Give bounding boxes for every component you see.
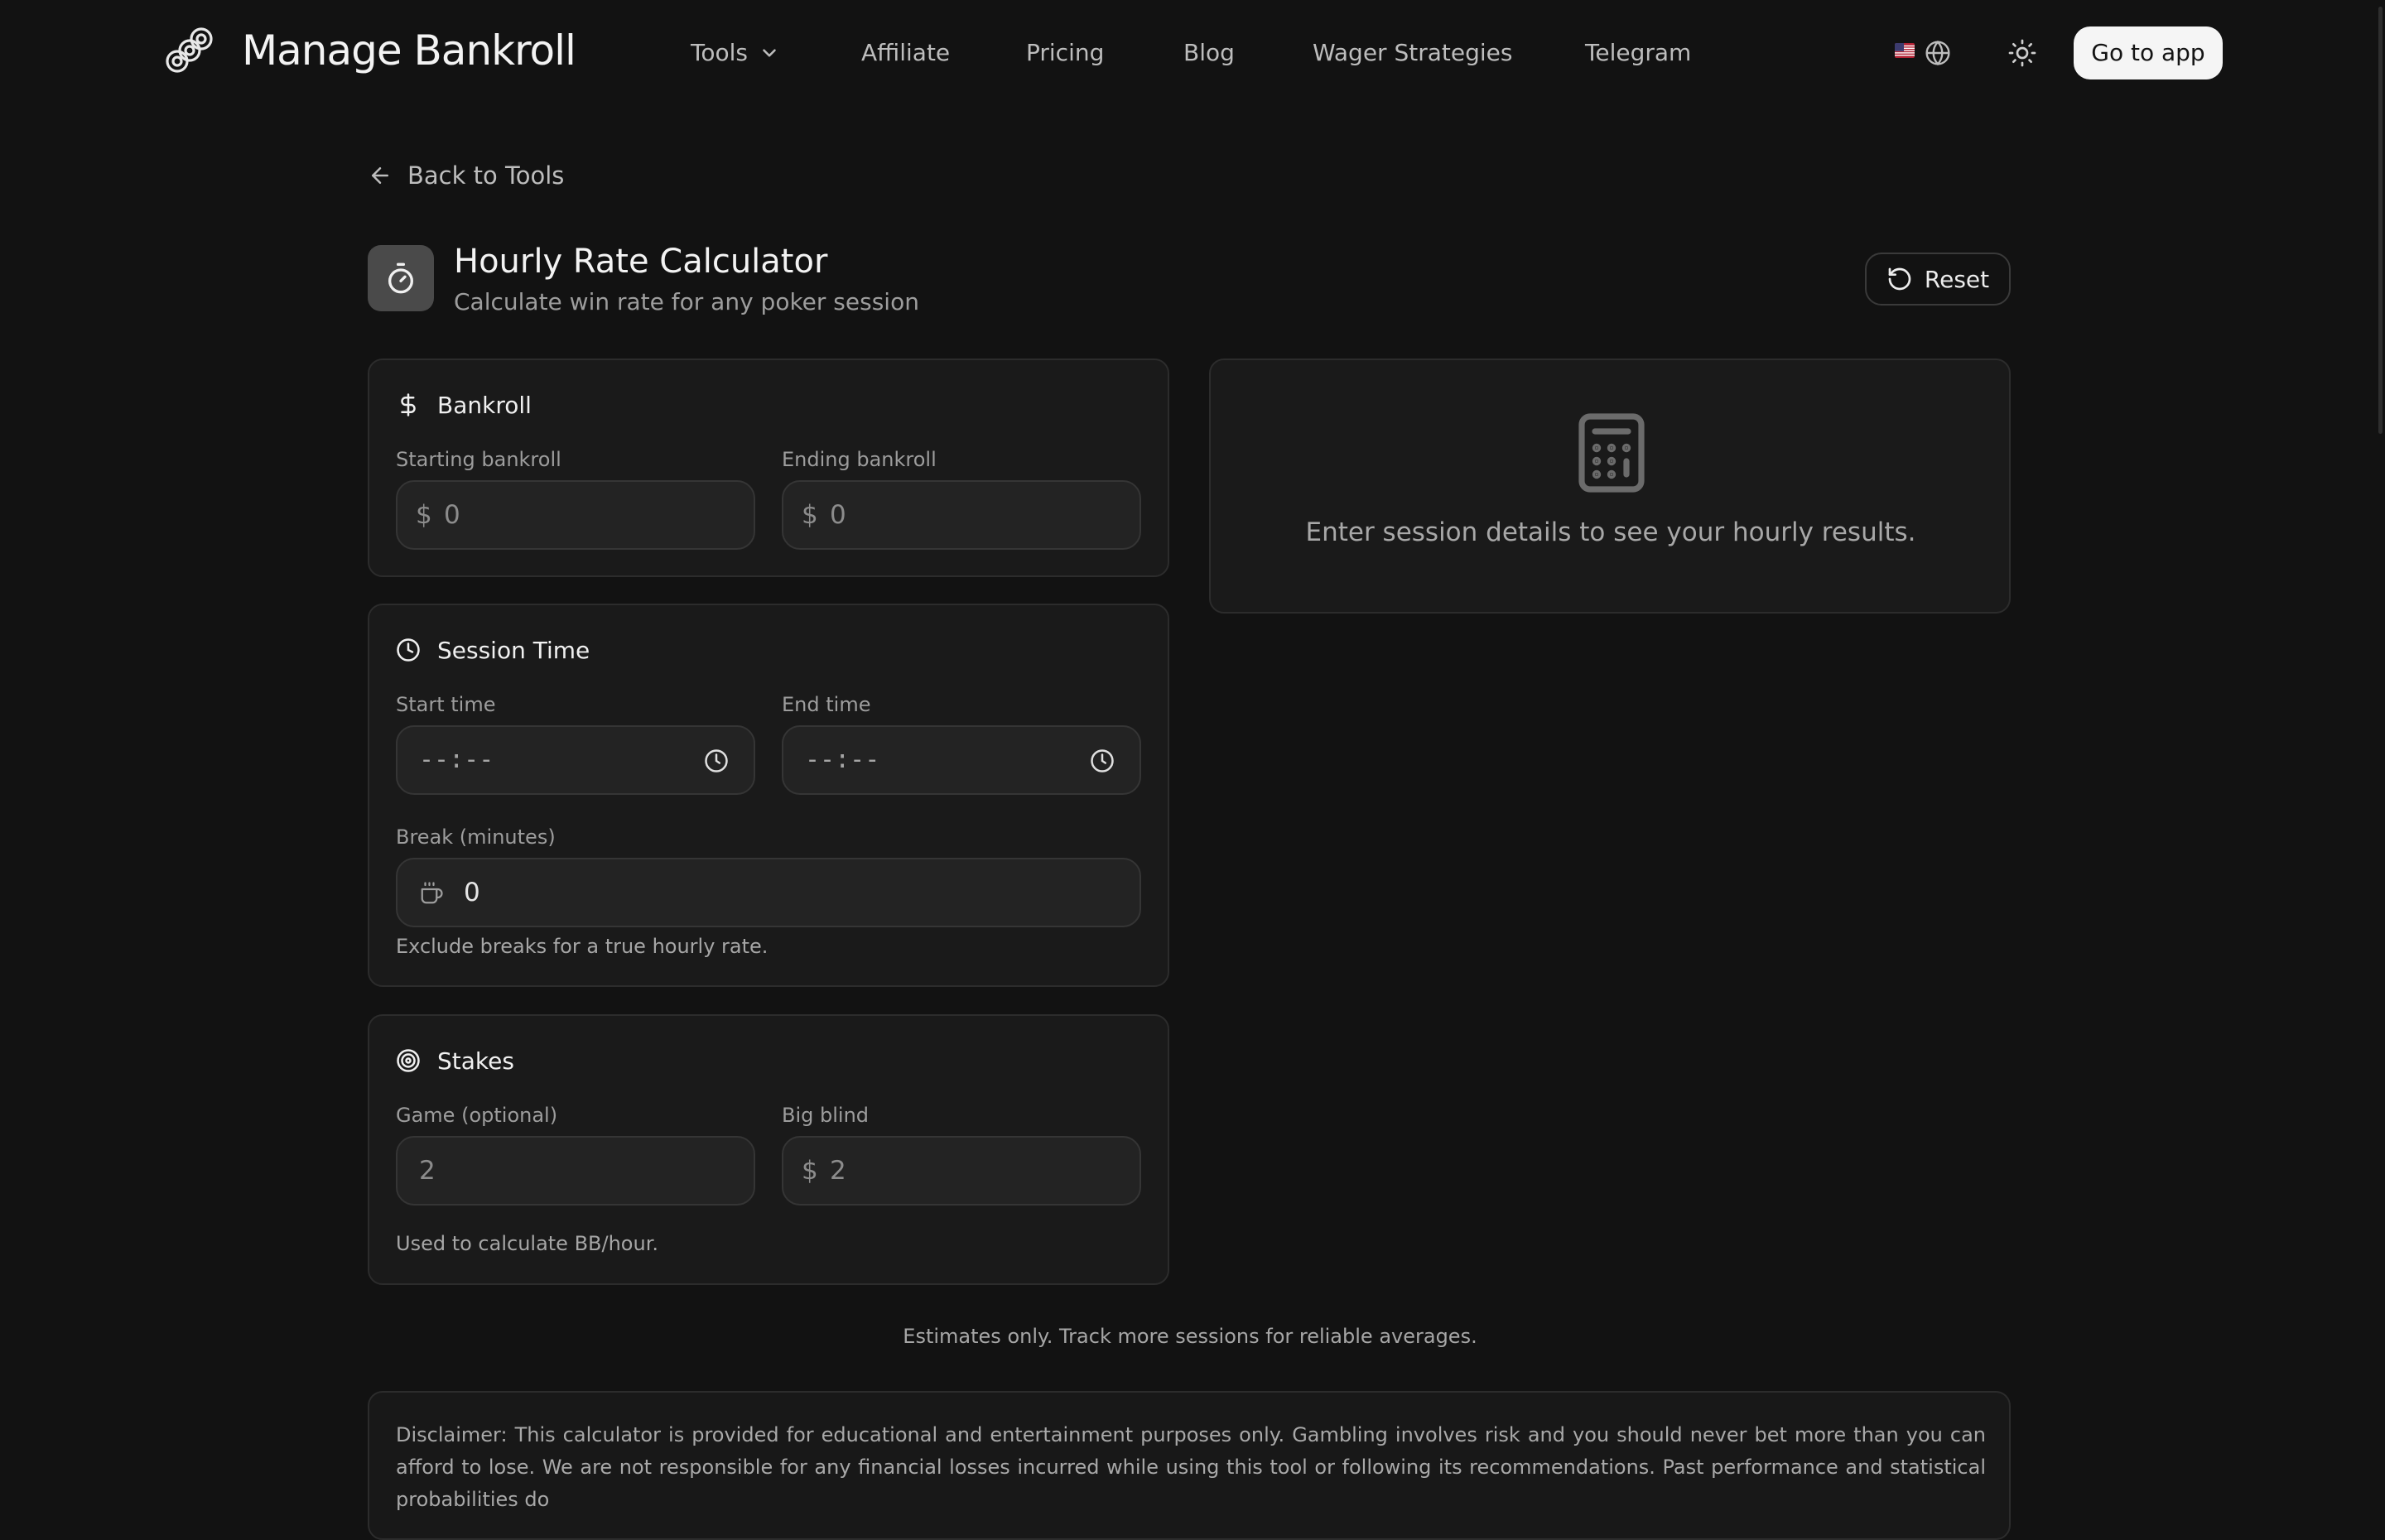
- ending-bankroll-label: Ending bankroll: [782, 448, 937, 471]
- session-time-card: Session Time Start time --:-- End time -…: [368, 604, 1169, 987]
- session-time-heading-label: Session Time: [437, 636, 590, 664]
- chevron-down-icon[interactable]: [759, 42, 780, 64]
- back-link-label: Back to Tools: [407, 161, 565, 190]
- results-card: Enter session details to see your hourly…: [1209, 359, 2011, 614]
- disclaimer-box: Disclaimer: This calculator is provided …: [368, 1391, 2011, 1540]
- currency-prefix: $: [416, 500, 432, 530]
- big-blind-label: Big blind: [782, 1104, 870, 1127]
- disclaimer-text: Disclaimer: This calculator is provided …: [396, 1423, 1986, 1511]
- estimates-note: Estimates only. Track more sessions for …: [903, 1325, 1477, 1348]
- arrow-left-icon: [372, 167, 388, 184]
- starting-bankroll-input[interactable]: $ 0: [396, 480, 755, 550]
- brand-name[interactable]: Manage Bankroll: [242, 24, 576, 77]
- stakes-heading: Stakes: [396, 1044, 514, 1077]
- stopwatch-icon: [388, 262, 413, 294]
- us-flag-icon[interactable]: [1895, 43, 1915, 58]
- break-help-text: Exclude breaks for a true hourly rate.: [396, 935, 768, 958]
- clock-icon[interactable]: [704, 748, 729, 773]
- end-time-placeholder: --:--: [805, 745, 880, 774]
- rotate-ccw-icon: [1888, 267, 1911, 291]
- site-header: Manage Bankroll Tools Affiliate Pricing …: [0, 0, 2385, 106]
- game-input[interactable]: 2: [396, 1136, 755, 1206]
- sun-icon[interactable]: [2007, 38, 2037, 68]
- scrollbar-thumb[interactable]: [2378, 7, 2383, 434]
- start-time-label: Start time: [396, 693, 496, 716]
- end-time-label: End time: [782, 693, 871, 716]
- break-minutes-label: Break (minutes): [396, 825, 556, 849]
- reset-label: Reset: [1924, 265, 1990, 293]
- dollar-icon: [401, 393, 416, 416]
- big-blind-placeholder: 2: [830, 1156, 846, 1186]
- end-time-input[interactable]: --:--: [782, 725, 1141, 795]
- starting-bankroll-label: Starting bankroll: [396, 448, 561, 471]
- page-subtitle: Calculate win rate for any poker session: [454, 288, 919, 315]
- reset-button[interactable]: Reset: [1865, 253, 2011, 306]
- session-time-heading: Session Time: [396, 633, 590, 667]
- currency-prefix: $: [802, 1156, 818, 1186]
- nav-wager-strategies[interactable]: Wager Strategies: [1313, 35, 1512, 71]
- globe-icon[interactable]: [1925, 40, 1951, 66]
- start-time-placeholder: --:--: [419, 745, 494, 774]
- back-to-tools-link[interactable]: Back to Tools: [368, 157, 564, 194]
- nav-telegram[interactable]: Telegram: [1585, 35, 1691, 71]
- page-title: Hourly Rate Calculator: [454, 243, 828, 281]
- start-time-input[interactable]: --:--: [396, 725, 755, 795]
- stakes-heading-label: Stakes: [437, 1047, 514, 1075]
- starting-bankroll-placeholder: 0: [444, 500, 460, 530]
- nav-pricing[interactable]: Pricing: [1026, 35, 1104, 71]
- clock-icon: [397, 638, 420, 662]
- nav-affiliate[interactable]: Affiliate: [861, 35, 950, 71]
- target-icon: [397, 1049, 420, 1072]
- break-minutes-input[interactable]: 0: [396, 858, 1141, 927]
- chips-logo-icon[interactable]: [164, 26, 214, 75]
- break-minutes-value: 0: [464, 878, 480, 907]
- stakes-help-text: Used to calculate BB/hour.: [396, 1232, 658, 1255]
- game-placeholder: 2: [419, 1156, 436, 1186]
- bankroll-heading: Bankroll: [396, 388, 532, 421]
- ending-bankroll-placeholder: 0: [830, 500, 846, 530]
- game-label: Game (optional): [396, 1104, 558, 1127]
- nav-blog[interactable]: Blog: [1183, 35, 1235, 71]
- calculator-icon: [1578, 413, 1645, 493]
- big-blind-input[interactable]: $ 2: [782, 1136, 1141, 1206]
- title-icon-box: [368, 245, 434, 311]
- ending-bankroll-input[interactable]: $ 0: [782, 480, 1141, 550]
- nav-tools[interactable]: Tools: [691, 35, 748, 71]
- bankroll-heading-label: Bankroll: [437, 391, 532, 419]
- clock-icon[interactable]: [1090, 748, 1115, 773]
- coffee-icon: [421, 882, 443, 904]
- currency-prefix: $: [802, 500, 818, 530]
- go-to-app-button[interactable]: Go to app: [2074, 26, 2223, 79]
- results-empty-text: Enter session details to see your hourly…: [1305, 517, 1916, 547]
- bankroll-card: Bankroll Starting bankroll $ 0 Ending ba…: [368, 359, 1169, 577]
- stakes-card: Stakes Game (optional) 2 Big blind $ 2 U…: [368, 1014, 1169, 1285]
